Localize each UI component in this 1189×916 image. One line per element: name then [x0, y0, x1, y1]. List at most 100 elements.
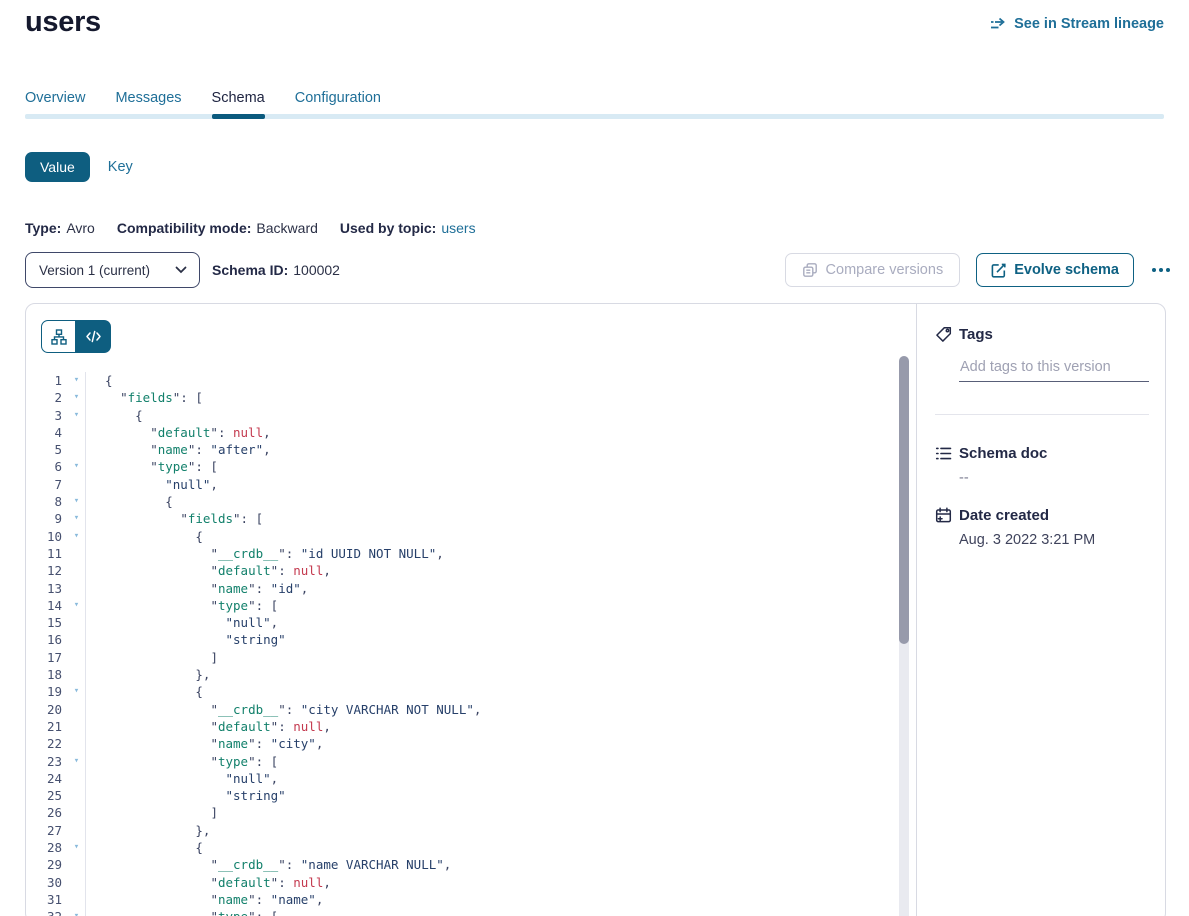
line-number: 12 — [26, 562, 68, 579]
tags-input[interactable] — [959, 359, 1149, 382]
code-text: "type": [ — [105, 908, 278, 916]
schema-doc-heading: Schema doc — [959, 445, 1047, 462]
collapse-toggle-icon[interactable]: ▾ — [68, 458, 85, 475]
line-number: 27 — [26, 822, 68, 839]
tags-heading: Tags — [959, 326, 993, 343]
gutter-spacer — [68, 441, 85, 458]
tab-overview[interactable]: Overview — [25, 90, 85, 106]
stream-lineage-link[interactable]: See in Stream lineage — [990, 16, 1164, 32]
code-text: "name": "city", — [105, 735, 323, 752]
code-line: 29 "__crdb__": "name VARCHAR NULL", — [26, 856, 896, 873]
collapse-toggle-icon[interactable]: ▾ — [68, 372, 85, 389]
code-text: "fields": [ — [105, 510, 263, 527]
topic-link[interactable]: users — [441, 220, 475, 236]
collapse-toggle-icon[interactable]: ▾ — [68, 510, 85, 527]
code-text: }, — [105, 822, 210, 839]
tab-schema[interactable]: Schema — [212, 90, 265, 106]
view-mode-toggle — [41, 320, 111, 353]
collapse-toggle-icon[interactable]: ▾ — [68, 528, 85, 545]
type-value: Avro — [66, 220, 95, 236]
code-text: ] — [105, 649, 218, 666]
tree-view-button[interactable] — [41, 320, 76, 353]
code-line: 16 "string" — [26, 631, 896, 648]
code-text: "null", — [105, 476, 218, 493]
collapse-toggle-icon[interactable]: ▾ — [68, 908, 85, 916]
line-number: 24 — [26, 770, 68, 787]
code-text: ] — [105, 804, 218, 821]
code-text: "type": [ — [105, 458, 218, 475]
gutter-spacer — [68, 614, 85, 631]
code-line: 32▾ "type": [ — [26, 908, 896, 916]
line-number: 9 — [26, 510, 68, 527]
line-number: 28 — [26, 839, 68, 856]
version-toolbar: Version 1 (current) Schema ID: 100002 — [25, 252, 1172, 288]
schema-id-value: 100002 — [293, 262, 340, 278]
collapse-toggle-icon[interactable]: ▾ — [68, 683, 85, 700]
gutter-spacer — [68, 770, 85, 787]
tab-messages[interactable]: Messages — [115, 90, 181, 106]
code-line: 8▾ { — [26, 493, 896, 510]
line-number: 25 — [26, 787, 68, 804]
line-number: 21 — [26, 718, 68, 735]
code-view-icon — [86, 330, 101, 343]
code-line: 15 "null", — [26, 614, 896, 631]
line-number: 15 — [26, 614, 68, 631]
type-label: Type: — [25, 220, 61, 236]
stream-lineage-label: See in Stream lineage — [1014, 16, 1164, 32]
code-line: 7 "null", — [26, 476, 896, 493]
gutter-spacer — [68, 718, 85, 735]
line-number: 3 — [26, 407, 68, 424]
collapse-toggle-icon[interactable]: ▾ — [68, 597, 85, 614]
code-line: 31 "name": "name", — [26, 891, 896, 908]
stream-lineage-icon — [990, 17, 1007, 32]
code-text: "default": null, — [105, 874, 331, 891]
gutter-spacer — [68, 649, 85, 666]
code-line: 19▾ { — [26, 683, 896, 700]
used-by-topic-label: Used by topic: — [340, 220, 436, 236]
gutter-spacer — [68, 874, 85, 891]
code-text: "default": null, — [105, 718, 331, 735]
value-toggle-button[interactable]: Value — [25, 152, 90, 182]
code-line: 9▾ "fields": [ — [26, 510, 896, 527]
more-options-button[interactable] — [1150, 264, 1172, 276]
collapse-toggle-icon[interactable]: ▾ — [68, 493, 85, 510]
code-text: "string" — [105, 787, 286, 804]
code-scrollbar-thumb[interactable] — [899, 356, 909, 644]
code-text: "__crdb__": "id UUID NOT NULL", — [105, 545, 444, 562]
key-toggle-button[interactable]: Key — [108, 159, 133, 175]
collapse-toggle-icon[interactable]: ▾ — [68, 389, 85, 406]
compatibility-value: Backward — [256, 220, 317, 236]
line-number: 6 — [26, 458, 68, 475]
code-line: 14▾ "type": [ — [26, 597, 896, 614]
version-select[interactable]: Version 1 (current) — [25, 252, 200, 288]
line-number: 13 — [26, 580, 68, 597]
code-line: 11 "__crdb__": "id UUID NOT NULL", — [26, 545, 896, 562]
gutter-spacer — [68, 856, 85, 873]
compare-versions-button[interactable]: Compare versions — [785, 253, 961, 287]
tab-configuration[interactable]: Configuration — [295, 90, 381, 106]
collapse-toggle-icon[interactable]: ▾ — [68, 407, 85, 424]
collapse-toggle-icon[interactable]: ▾ — [68, 753, 85, 770]
code-line: 25 "string" — [26, 787, 896, 804]
code-text: "type": [ — [105, 597, 278, 614]
gutter-spacer — [68, 424, 85, 441]
code-line: 1▾{ — [26, 372, 896, 389]
gutter-spacer — [68, 787, 85, 804]
code-view-button[interactable] — [76, 320, 111, 353]
code-text: "type": [ — [105, 753, 278, 770]
gutter-spacer — [68, 701, 85, 718]
line-number: 5 — [26, 441, 68, 458]
gutter-spacer — [68, 545, 85, 562]
code-text: "null", — [105, 614, 278, 631]
collapse-toggle-icon[interactable]: ▾ — [68, 839, 85, 856]
line-number: 8 — [26, 493, 68, 510]
code-line: 27 }, — [26, 822, 896, 839]
date-created-value: Aug. 3 2022 3:21 PM — [959, 532, 1149, 548]
code-text: "name": "name", — [105, 891, 323, 908]
evolve-schema-button[interactable]: Evolve schema — [976, 253, 1134, 287]
code-line: 23▾ "type": [ — [26, 753, 896, 770]
date-created-heading: Date created — [959, 507, 1049, 524]
tag-icon — [935, 326, 952, 343]
line-number: 19 — [26, 683, 68, 700]
schema-page: users See in Stream lineage Overview Mess… — [0, 0, 1189, 916]
